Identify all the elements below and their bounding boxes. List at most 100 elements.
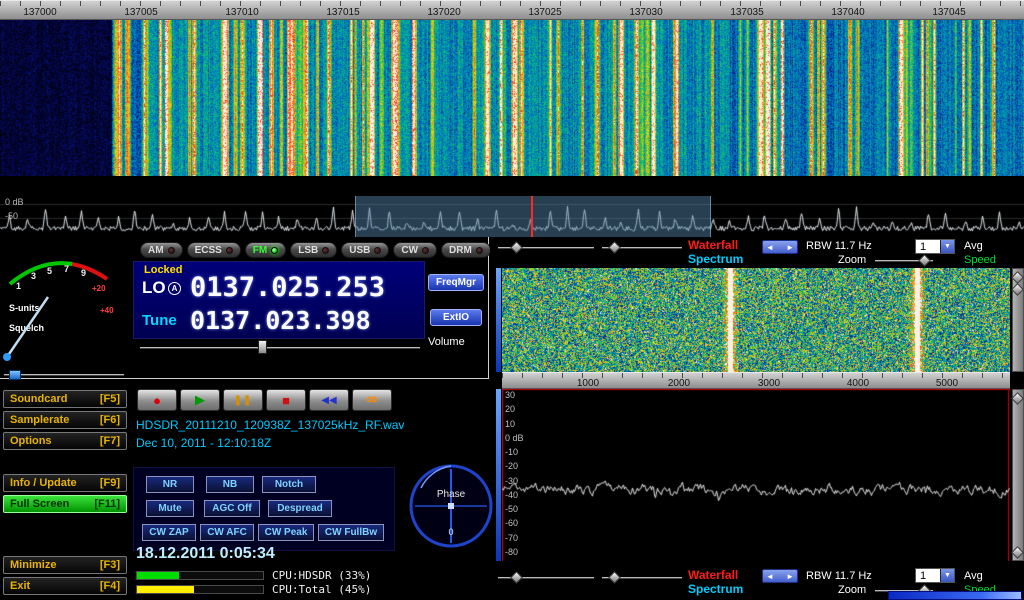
tune-label: Tune bbox=[142, 312, 177, 329]
rbw-spinner[interactable]: ◄ ► bbox=[762, 240, 798, 254]
rewind-button[interactable]: ◀◀ bbox=[309, 389, 349, 411]
ruler-label: 137025 bbox=[528, 7, 561, 18]
lo-a-badge[interactable]: A bbox=[168, 282, 181, 295]
ruler-label: 137015 bbox=[326, 7, 359, 18]
mode-button-drm[interactable]: DRM bbox=[441, 242, 491, 258]
waterfall-toggle[interactable]: Waterfall bbox=[688, 568, 738, 582]
volume-slider-thumb[interactable] bbox=[258, 340, 267, 354]
despread-button[interactable]: Despread bbox=[268, 500, 332, 517]
rf-frequency-ruler[interactable]: 1000 2000 3000 4000 5000 bbox=[502, 372, 1010, 389]
playback-controls: ● ▶ ❚❚ ■ ◀◀ ∞ bbox=[137, 389, 392, 411]
zoom-slider[interactable] bbox=[875, 256, 933, 266]
play-icon: ▶ bbox=[195, 392, 205, 408]
spectrum-toggle[interactable]: Spectrum bbox=[688, 252, 743, 266]
slider-thumb[interactable] bbox=[510, 241, 523, 254]
avg-select[interactable]: 1 ▼ bbox=[915, 568, 955, 583]
spin-left-icon[interactable]: ◄ bbox=[766, 243, 774, 252]
nb-button[interactable]: NB bbox=[206, 476, 254, 493]
volume-label: Volume bbox=[428, 336, 465, 348]
agc-off-button[interactable]: AGC Off bbox=[204, 500, 260, 517]
rf-waterfall-display[interactable] bbox=[502, 268, 1010, 372]
waterfall-lower-slider[interactable] bbox=[602, 573, 682, 583]
passband-overlay[interactable] bbox=[355, 196, 711, 237]
dropdown-arrow-icon[interactable]: ▼ bbox=[940, 240, 954, 253]
fullscreen-button[interactable]: Full Screen[F11] bbox=[3, 495, 127, 513]
record-icon: ● bbox=[153, 393, 161, 408]
speed-slider[interactable] bbox=[888, 591, 1022, 600]
rbw-spinner[interactable]: ◄ ► bbox=[762, 569, 798, 583]
rf-display-column: Waterfall Spectrum ◄ ► RBW 11.7 Hz Zoom … bbox=[490, 237, 1024, 600]
spin-right-icon[interactable]: ► bbox=[786, 243, 794, 252]
exit-button[interactable]: Exit[F4] bbox=[3, 577, 127, 595]
options-button[interactable]: Options[F7] bbox=[3, 432, 127, 450]
slider-thumb[interactable] bbox=[510, 571, 523, 584]
rf-ruler-label: 3000 bbox=[758, 378, 780, 389]
rewind-icon: ◀◀ bbox=[321, 395, 336, 406]
ruler-label: 137010 bbox=[225, 7, 258, 18]
rf-spectrum-display[interactable]: 30 20 10 0 dB -10 -20 -30 -40 -50 -60 -7… bbox=[502, 389, 1010, 561]
avg-select[interactable]: 1 ▼ bbox=[915, 239, 955, 254]
loop-button[interactable]: ∞ bbox=[352, 389, 392, 411]
range-thumb-lower[interactable] bbox=[1011, 283, 1024, 296]
mode-button-fm[interactable]: FM bbox=[245, 242, 286, 258]
soundcard-button[interactable]: Soundcard[F5] bbox=[3, 390, 127, 408]
notch-button[interactable]: Notch bbox=[262, 476, 316, 493]
waterfall-lower-slider[interactable] bbox=[602, 243, 682, 253]
mode-button-cw[interactable]: CW bbox=[393, 242, 437, 258]
waterfall-upper-slider[interactable] bbox=[498, 243, 594, 253]
slider-thumb[interactable] bbox=[608, 571, 621, 584]
slider-thumb[interactable] bbox=[918, 254, 931, 267]
cpu-total-label: CPU:Total (45%) bbox=[272, 583, 371, 596]
waterfall-toggle[interactable]: Waterfall bbox=[688, 238, 738, 252]
s-units-label: S-units bbox=[9, 303, 40, 313]
locked-label: Locked bbox=[144, 264, 183, 276]
slider-thumb[interactable] bbox=[608, 241, 621, 254]
mode-button-usb[interactable]: USB bbox=[341, 242, 389, 258]
squelch-slider-thumb[interactable] bbox=[9, 370, 21, 380]
cw-afc-button[interactable]: CW AFC bbox=[200, 524, 254, 541]
spectrum-toggle[interactable]: Spectrum bbox=[688, 582, 743, 596]
cw-fullbw-button[interactable]: CW FullBw bbox=[318, 524, 384, 541]
range-thumb-lower[interactable] bbox=[1011, 546, 1024, 559]
mode-button-ecss[interactable]: ECSS bbox=[187, 242, 241, 258]
tune-marker-line[interactable] bbox=[531, 196, 533, 237]
waterfall-range-scrollbar[interactable] bbox=[1012, 268, 1024, 372]
waterfall-upper-slider[interactable] bbox=[498, 573, 594, 583]
mode-button-lsb[interactable]: LSB bbox=[290, 242, 337, 258]
pause-button[interactable]: ❚❚ bbox=[223, 389, 263, 411]
main-waterfall-display[interactable] bbox=[0, 0, 1024, 176]
spin-right-icon[interactable]: ► bbox=[786, 572, 794, 581]
ruler-label: 137005 bbox=[124, 7, 157, 18]
control-panel: 1 3 5 7 9 +20 +40 S-units Squelch Soundc… bbox=[0, 237, 1024, 600]
volume-slider[interactable] bbox=[140, 343, 420, 353]
main-frequency-ruler[interactable]: 137000 137005 137010 137015 137020 13702… bbox=[0, 0, 1024, 20]
rf-spectrum-canvas[interactable] bbox=[502, 389, 1010, 561]
cw-peak-button[interactable]: CW Peak bbox=[258, 524, 314, 541]
mute-button[interactable]: Mute bbox=[146, 500, 194, 517]
nr-button[interactable]: NR bbox=[146, 476, 194, 493]
range-thumb-upper[interactable] bbox=[1011, 392, 1024, 405]
stop-button[interactable]: ■ bbox=[266, 389, 306, 411]
info-update-button[interactable]: Info / Update[F9] bbox=[3, 474, 127, 492]
range-thumb-upper[interactable] bbox=[1011, 271, 1024, 284]
tune-frequency-value[interactable]: 0137.023.398 bbox=[190, 306, 371, 335]
spectrum-range-scrollbar[interactable] bbox=[1012, 389, 1024, 561]
mode-button-am[interactable]: AM bbox=[140, 242, 183, 258]
waterfall-level-bar[interactable] bbox=[496, 268, 501, 372]
squelch-slider[interactable] bbox=[4, 370, 124, 380]
minimize-button[interactable]: Minimize[F3] bbox=[3, 556, 127, 574]
freqmgr-button[interactable]: FreqMgr bbox=[428, 274, 484, 291]
cw-zap-button[interactable]: CW ZAP bbox=[142, 524, 196, 541]
record-button[interactable]: ● bbox=[137, 389, 177, 411]
dropdown-arrow-icon[interactable]: ▼ bbox=[940, 569, 954, 582]
extio-button[interactable]: ExtIO bbox=[430, 309, 482, 326]
lo-frequency-value[interactable]: 0137.025.253 bbox=[190, 272, 385, 303]
samplerate-button[interactable]: Samplerate[F6] bbox=[3, 411, 127, 429]
mode-led bbox=[476, 247, 483, 254]
spectrum-level-bar[interactable] bbox=[496, 389, 501, 561]
s-meter-over-tick: +40 bbox=[100, 306, 114, 315]
spin-left-icon[interactable]: ◄ bbox=[766, 572, 774, 581]
cpu-hdsdr-bar bbox=[136, 571, 264, 580]
play-button[interactable]: ▶ bbox=[180, 389, 220, 411]
s-meter: 1 3 5 7 9 +20 +40 S-units Squelch bbox=[2, 239, 128, 367]
